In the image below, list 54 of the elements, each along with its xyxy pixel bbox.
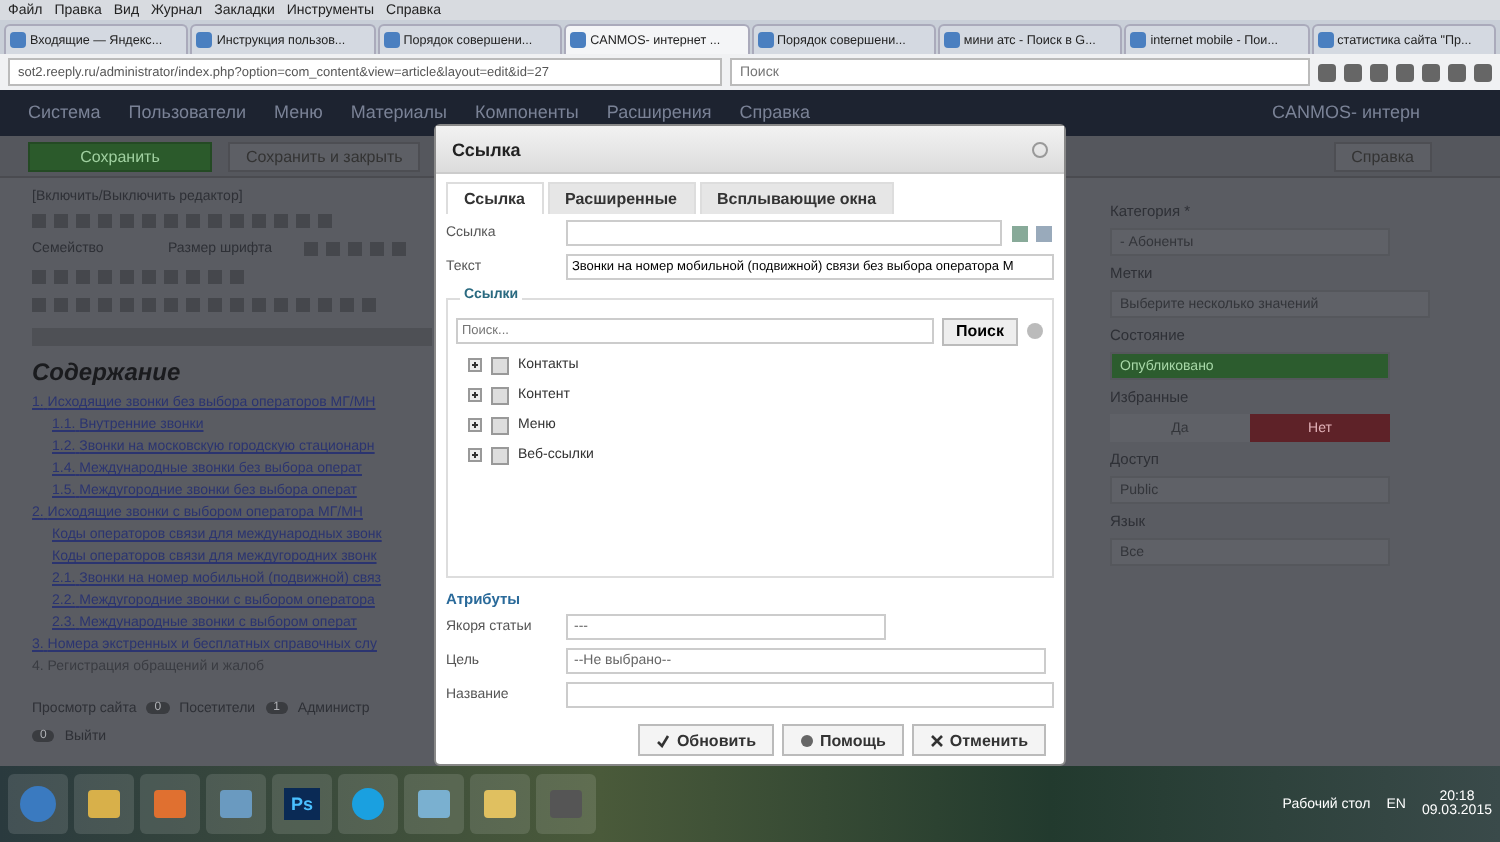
favicon-icon [1317,32,1334,48]
taskbar-button[interactable] [404,774,464,834]
close-icon[interactable] [1032,141,1048,157]
clear-icon[interactable] [1026,322,1044,340]
cancel-button[interactable]: Отменить [911,724,1046,756]
link-field[interactable] [566,220,1002,246]
checkmark-icon [656,733,671,747]
dialog-title: Ссылка [452,139,521,159]
plus-icon[interactable] [468,418,482,432]
app-icon [152,788,188,820]
app-icon [482,788,518,820]
taskbar-button[interactable] [74,774,134,834]
nav-item[interactable]: Материалы [350,102,448,122]
taskbar-button[interactable] [470,774,530,834]
content-heading: Содержание [32,358,181,386]
app-icon [548,788,584,820]
plus-icon[interactable] [468,448,482,462]
app-icon [86,788,122,820]
name-field[interactable] [566,682,1054,708]
browse-icons[interactable] [1010,223,1054,243]
dialog-tab[interactable]: Всплывающие окна [699,182,895,214]
save-button[interactable]: Сохранить [28,141,212,171]
photoshop-taskbar-button[interactable]: Ps [272,774,332,834]
favicon-icon [1130,32,1147,48]
search-button[interactable]: Поиск [941,317,1018,345]
favicon-icon [196,32,213,48]
favicon-icon [943,32,960,48]
favicon-icon [383,32,400,48]
windows-logo-icon [18,784,58,824]
nav-item[interactable]: Меню [274,102,323,122]
nav-item[interactable]: Компоненты [475,102,579,122]
favicon-icon [757,32,773,48]
app-icon [218,788,254,820]
help-icon [800,733,814,747]
start-button[interactable] [8,774,68,834]
taskbar-button[interactable] [206,774,266,834]
dialog-tab[interactable]: Расширенные [547,182,695,214]
app-icon [416,788,452,820]
favicon-icon [570,32,587,48]
nav-item[interactable]: Система [28,102,101,122]
help-button[interactable]: Помощь [782,724,904,756]
site-title[interactable]: CANMOS- интерн [1272,102,1420,122]
circle-icon [350,786,386,822]
update-button[interactable]: Обновить [638,724,774,756]
taskbar-button[interactable] [140,774,200,834]
plus-icon[interactable] [468,358,482,372]
nav-item[interactable]: Расширения [606,102,712,122]
plus-icon[interactable] [468,388,482,402]
favicon-icon [10,32,26,48]
nav-item[interactable]: Пользователи [128,102,246,122]
taskbar-button[interactable] [338,774,398,834]
nav-item[interactable]: Справка [739,102,811,122]
close-icon [929,733,944,747]
dialog-tab[interactable]: Ссылка [446,182,543,214]
